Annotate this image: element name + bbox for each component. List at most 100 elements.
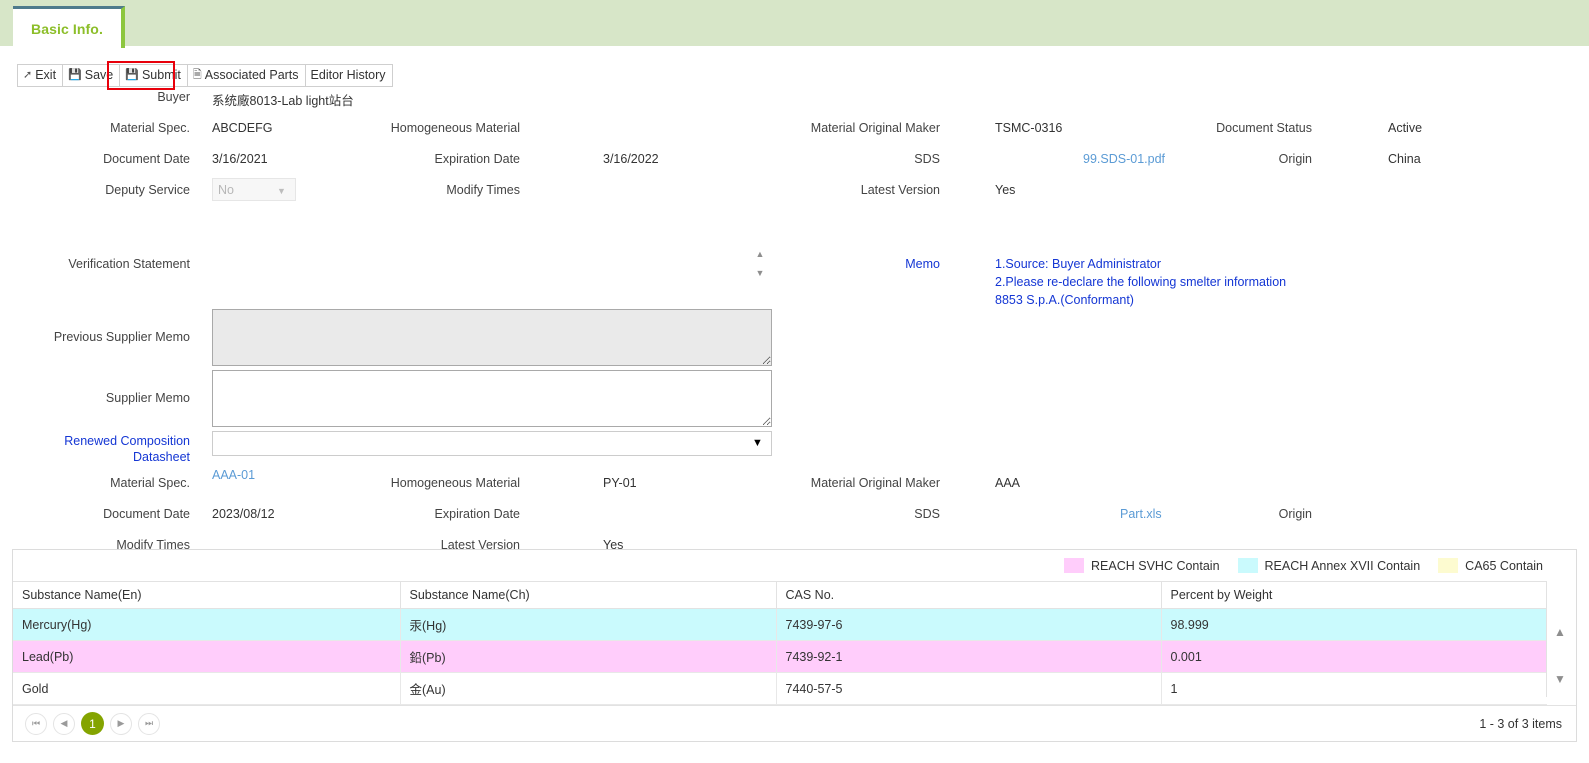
table-header-row: Substance Name(En) Substance Name(Ch) CA… (13, 581, 1547, 609)
previous-supplier-memo-textarea[interactable] (212, 309, 772, 366)
material-spec-label: Material Spec. (110, 121, 190, 135)
renewed-material-spec-label: Material Spec. (110, 476, 190, 490)
submit-button[interactable]: 💾 Submit (119, 64, 187, 87)
toolbar: ➚ Exit 💾 Save 💾 Submit 🗎 Associated Part… (17, 64, 393, 87)
tab-basic-info[interactable]: Basic Info. (13, 6, 125, 48)
floppy-disk-icon: 💾 (68, 69, 82, 81)
form-row-verification-memo: Verification Statement ▲ ▼ Memo 1.Source… (0, 214, 1589, 309)
cell-substance-name-ch: 鉛(Pb) (400, 640, 777, 673)
memo-line-1: 1.Source: Buyer Administrator (995, 257, 1162, 271)
renewed-homogeneous-material-value: PY-01 (603, 476, 637, 490)
memo-content: 1.Source: Buyer Administrator 2.Please r… (995, 257, 1286, 307)
associated-parts-button[interactable]: 🗎 Associated Parts (186, 64, 305, 87)
legend-item-reach-annex-xvii: REACH Annex XVII Contain (1237, 558, 1421, 573)
renewed-row-material-spec: Material Spec. AAA-01 Homogeneous Materi… (0, 468, 1589, 507)
memo-label: Memo (905, 257, 940, 271)
legend-label-reach-svhc: REACH SVHC Contain (1091, 558, 1220, 573)
cell-substance-name-en: Gold (13, 672, 401, 705)
renewed-material-spec-link[interactable]: AAA-01 (212, 468, 255, 482)
cell-percent-by-weight: 98.999 (1161, 608, 1547, 641)
modify-times-label: Modify Times (446, 183, 520, 197)
renewed-datasheet-label-line1: Renewed Composition (64, 434, 190, 448)
scroll-up-icon[interactable]: ▲ (1554, 626, 1566, 638)
renewed-datasheet-label: Renewed Composition Datasheet (0, 433, 190, 465)
table-row[interactable]: Mercury(Hg) 汞(Hg) 7439-97-6 98.999 (13, 608, 1547, 641)
form-row-material-spec: Material Spec. ABCDEFG Homogeneous Mater… (0, 121, 1589, 152)
deputy-service-select[interactable]: No (212, 178, 296, 201)
legend-swatch-ca65 (1438, 558, 1459, 573)
sds-label: SDS (914, 152, 940, 166)
pagination-info: 1 - 3 of 3 items (1479, 716, 1562, 731)
form-row-deputy-service: Deputy Service No ▼ Modify Times Latest … (0, 178, 1589, 214)
supplier-memo-textarea[interactable] (212, 370, 772, 427)
material-spec-value: ABCDEFG (212, 121, 273, 135)
submit-button-label: Submit (141, 68, 181, 83)
pagination-page-1-label: 1 (89, 716, 96, 731)
pagination-last-button[interactable]: ⏭ (138, 712, 160, 735)
floppy-disk-icon: 💾 (125, 69, 139, 81)
prev-page-icon: ◀ (60, 718, 68, 728)
renewed-material-original-maker-label: Material Original Maker (810, 476, 940, 490)
pagination-first-button[interactable]: ⏮ (25, 712, 47, 735)
exit-button[interactable]: ➚ Exit (17, 64, 63, 87)
material-original-maker-label: Material Original Maker (810, 121, 940, 135)
substance-table: Substance Name(En) Substance Name(Ch) CA… (13, 581, 1547, 705)
editor-history-button[interactable]: Editor History (304, 64, 393, 87)
column-header-cas-no[interactable]: CAS No. (776, 581, 1162, 609)
renewed-datasheet-select[interactable] (212, 431, 772, 456)
document-status-label: Document Status (1216, 121, 1312, 135)
previous-supplier-memo-label: Previous Supplier Memo (53, 330, 190, 344)
cell-cas-no: 7439-92-1 (776, 640, 1162, 673)
save-button-label: Save (84, 68, 114, 83)
origin-value: China (1388, 152, 1421, 166)
renewed-document-date-value: 2023/08/12 (212, 507, 275, 521)
exit-arrow-icon: ➚ (23, 69, 33, 81)
cell-substance-name-ch: 金(Au) (400, 672, 777, 705)
pagination-bar: ⏮ ◀ 1 ▶ ⏭ 1 - 3 of 3 items (13, 705, 1576, 741)
form-row-previous-supplier-memo: Previous Supplier Memo (0, 309, 1589, 368)
renewed-document-date-label: Document Date (103, 507, 190, 521)
column-header-substance-name-ch[interactable]: Substance Name(Ch) (400, 581, 777, 609)
cell-percent-by-weight: 0.001 (1161, 640, 1547, 673)
cell-percent-by-weight: 1 (1161, 672, 1547, 705)
basic-info-form: Buyer 系统廠8013-Lab light站台 Material Spec.… (0, 90, 1589, 569)
legend-swatch-reach-annex-xvii (1237, 558, 1258, 573)
legend-item-ca65: CA65 Contain (1438, 558, 1543, 573)
supplier-memo-label: Supplier Memo (105, 391, 190, 405)
form-row-supplier-memo: Supplier Memo (0, 370, 1589, 429)
column-header-substance-name-en[interactable]: Substance Name(En) (13, 581, 401, 609)
substance-grid-panel: REACH SVHC Contain REACH Annex XVII Cont… (12, 549, 1577, 742)
pagination-prev-button[interactable]: ◀ (53, 712, 75, 735)
renewed-row-document-date: Document Date 2023/08/12 Expiration Date… (0, 507, 1589, 538)
form-row-buyer: Buyer 系统廠8013-Lab light站台 (0, 90, 1589, 121)
table-row[interactable]: Lead(Pb) 鉛(Pb) 7439-92-1 0.001 (13, 640, 1547, 673)
save-button[interactable]: 💾 Save (62, 64, 120, 87)
editor-history-label: Editor History (310, 68, 386, 83)
legend-label-ca65: CA65 Contain (1465, 558, 1543, 573)
table-row[interactable]: Gold 金(Au) 7440-57-5 1 (13, 672, 1547, 705)
tab-strip: Basic Info. (0, 0, 1589, 48)
renewed-sds-label: SDS (914, 507, 940, 521)
grid-wrap: Substance Name(En) Substance Name(Ch) CA… (13, 581, 1576, 705)
memo-line-2: 2.Please re-declare the following smelte… (995, 275, 1287, 289)
document-date-label: Document Date (103, 152, 190, 166)
next-page-icon: ▶ (117, 718, 125, 728)
expiration-date-label: Expiration Date (434, 152, 520, 166)
material-original-maker-value: TSMC-0316 (995, 121, 1063, 135)
column-header-percent-by-weight[interactable]: Percent by Weight (1161, 581, 1547, 609)
pagination-next-button[interactable]: ▶ (110, 712, 132, 735)
scroll-down-icon[interactable]: ▼ (1554, 673, 1566, 685)
renewed-expiration-date-label: Expiration Date (434, 507, 520, 521)
legend-bar: REACH SVHC Contain REACH Annex XVII Cont… (13, 550, 1576, 581)
grid-vertical-scrollbar[interactable]: ▲ ▼ (1546, 581, 1576, 697)
legend-label-reach-annex-xvii: REACH Annex XVII Contain (1264, 558, 1421, 573)
cell-substance-name-en: Lead(Pb) (13, 640, 401, 673)
renewed-datasheet-label-line2: Datasheet (133, 450, 190, 464)
buyer-label: Buyer (157, 90, 190, 104)
legend-item-reach-svhc: REACH SVHC Contain (1064, 558, 1220, 573)
document-status-value: Active (1388, 121, 1423, 135)
memo-line-3: 8853 S.p.A.(Conformant) (995, 293, 1134, 307)
renewed-homogeneous-material-label: Homogeneous Material (390, 476, 520, 490)
tab-basic-info-label: Basic Info. (31, 20, 103, 37)
pagination-page-1[interactable]: 1 (81, 712, 104, 735)
